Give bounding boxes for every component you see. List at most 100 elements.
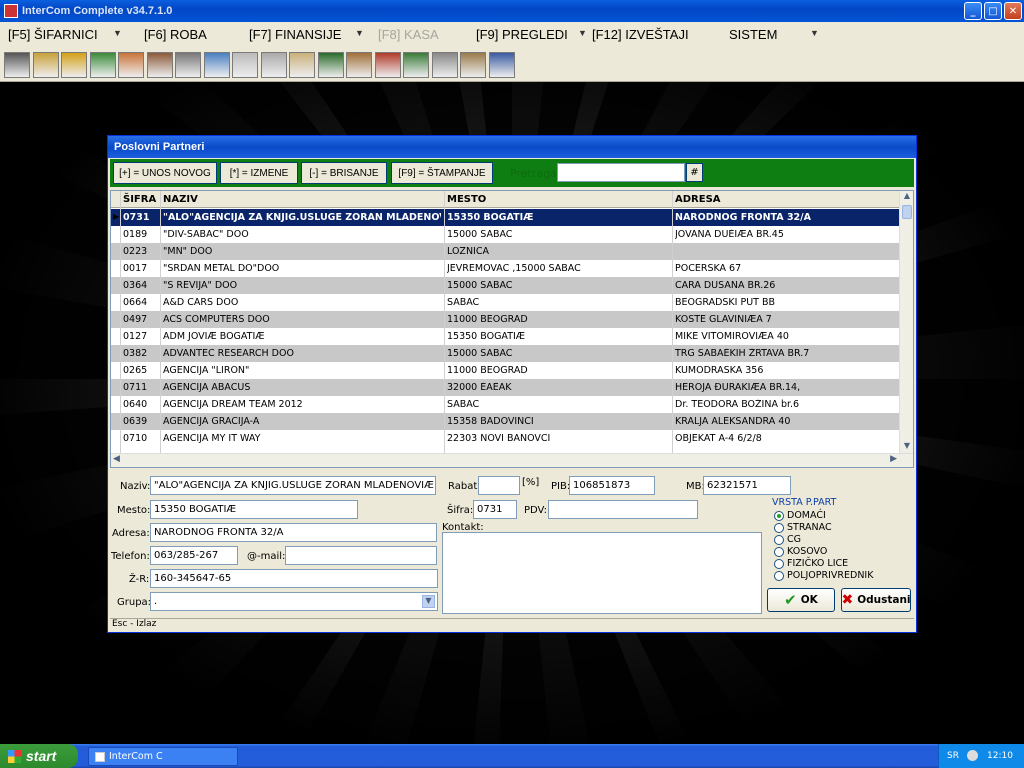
box-icon[interactable]	[460, 52, 486, 78]
bricks-icon[interactable]	[374, 52, 401, 78]
maximize-button[interactable]: □	[984, 2, 1002, 20]
radio-icon[interactable]	[774, 558, 784, 569]
vrsta-option[interactable]: FIZIČKO LICE	[774, 558, 848, 569]
radio-icon[interactable]	[774, 510, 784, 521]
email-field[interactable]	[285, 546, 437, 565]
kontakt-field[interactable]	[442, 532, 762, 614]
radio-icon[interactable]	[774, 546, 784, 557]
table-row[interactable]: 0189 "DIV-ŠABAC" DOO 15000 ŠABAC JOVANA DUÈ…	[111, 226, 901, 243]
close-button[interactable]: ✕	[1004, 2, 1022, 20]
table-row[interactable]: ▶ 0731 "ALO"AGENCIJA ZA KNJIG.USLUGE ZORAN…	[111, 209, 901, 226]
print-button[interactable]: [F9] = ŠTAMPANJE	[391, 162, 493, 184]
table-row[interactable]: 0265 AGENCIJA "LIRON" 11000 BEOGRAD KUMODRA…	[111, 362, 901, 379]
books-icon[interactable]	[146, 52, 173, 78]
scroll-down-icon[interactable]: ▼	[901, 441, 913, 453]
ok-button[interactable]: ✔ OK	[767, 588, 835, 612]
mb-field[interactable]: 62321571	[703, 476, 791, 495]
menu-sistem[interactable]: SISTEM	[729, 27, 777, 42]
scroll-left-icon[interactable]: ◀	[113, 454, 120, 464]
user-walk-icon[interactable]	[175, 52, 201, 78]
ship-icon[interactable]	[203, 52, 230, 78]
scroll-thumb[interactable]	[902, 205, 912, 219]
language-indicator[interactable]: SR	[947, 751, 959, 761]
door-icon[interactable]	[403, 52, 429, 78]
menu-finansije[interactable]: [F7] FINANSIJE	[249, 27, 341, 42]
minimize-button[interactable]: _	[964, 2, 982, 20]
mesto-field[interactable]: 15350 BOGATIÆ	[150, 500, 358, 519]
cancel-button[interactable]: ✖ Odustani	[841, 588, 911, 612]
table-row[interactable]: 0497 ACS COMPUTERS DOO 11000 BEOGRAD KOSTE …	[111, 311, 901, 328]
naziv-label: Naziv:	[120, 481, 151, 492]
pdv-field[interactable]	[548, 500, 698, 519]
vrsta-option[interactable]: CG	[774, 534, 801, 545]
table-row[interactable]: 0664 A&D CARS DOO ŠABAC BEOGRADSKI PUT BB	[111, 294, 901, 311]
tray-icon[interactable]	[967, 750, 978, 761]
pib-field[interactable]: 106851873	[569, 476, 655, 495]
cell-mesto: 32000 ÈAÈAK	[447, 382, 512, 393]
money-icon[interactable]	[32, 52, 59, 78]
menu-sifarnici[interactable]: [F5] ŠIFARNICI	[8, 27, 98, 42]
vertical-scrollbar[interactable]: ▲ ▼	[899, 191, 913, 453]
column-header-mesto[interactable]: MESTO	[447, 194, 486, 205]
add-new-button[interactable]: [+] = UNOS NOVOG	[113, 162, 217, 184]
tray-icon[interactable]	[118, 52, 144, 78]
radio-icon[interactable]	[774, 534, 784, 545]
edit-button[interactable]: [*] = IZMENE	[220, 162, 298, 184]
taskbar-item-intercom[interactable]: InterCom C	[88, 747, 238, 766]
column-header-naziv[interactable]: NAZIV	[163, 194, 198, 205]
menu-roba[interactable]: [F6] ROBA	[144, 27, 207, 42]
radio-icon[interactable]	[774, 570, 784, 581]
table-row[interactable]: 0382 ADVANTEC RESEARCH DOO 15000 ŠABAC TRG …	[111, 345, 901, 362]
vrsta-option[interactable]: STRANAC	[774, 522, 832, 533]
horizontal-scrollbar[interactable]: ◀ ▶	[111, 453, 913, 467]
zr-field[interactable]: 160-345647-65	[150, 569, 438, 588]
sifra-field[interactable]: 0731	[473, 500, 517, 519]
clock-icon[interactable]	[260, 52, 287, 78]
menu-pregledi[interactable]: [F9] PREGLEDI	[476, 27, 568, 42]
table-row[interactable]: 0711 AGENCIJA ABACUS 32000 ÈAÈAK HEROJA ÐUR…	[111, 379, 901, 396]
column-header-sifra[interactable]: ŠIFRA	[123, 194, 156, 205]
scroll-right-icon[interactable]: ▶	[890, 454, 897, 464]
calculator-icon[interactable]	[89, 52, 116, 78]
vrsta-option-label: POLJOPRIVREDNIK	[787, 570, 874, 581]
cell-mesto: 11000 BEOGRAD	[447, 314, 528, 325]
table-row[interactable]: 0127 ADM JOVIÆ BOGATIÆ 15350 BOGATIÆ MIKE V…	[111, 328, 901, 345]
telefon-field[interactable]: 063/285-267	[150, 546, 238, 565]
start-button[interactable]: start	[0, 744, 78, 768]
tree-icon[interactable]	[317, 52, 344, 78]
vrsta-option[interactable]: POLJOPRIVREDNIK	[774, 570, 873, 581]
search-input[interactable]	[557, 163, 685, 182]
vrsta-option[interactable]: DOMAĆI	[774, 510, 826, 521]
cell-sifra: 0711	[123, 382, 148, 393]
vrsta-option[interactable]: KOSOVO	[774, 546, 827, 557]
table-row[interactable]: 0223 "MN" DOO LOZNICA	[111, 243, 901, 260]
partners-grid[interactable]: ŠIFRA NAZIV MESTO ADRESA ▶ 0731 "ALO"AGENC…	[110, 190, 914, 468]
shelf-icon[interactable]	[346, 52, 372, 78]
receipt-icon[interactable]	[232, 52, 258, 78]
scroll-up-icon[interactable]: ▲	[901, 191, 913, 203]
naziv-field[interactable]: "ALO"AGENCIJA ZA KNJIG.USLUGE ZORAN MLAD…	[150, 476, 436, 495]
column-header-adresa[interactable]: ADRESA	[675, 194, 721, 205]
search-button[interactable]: #	[686, 163, 703, 182]
menu-izvestaji[interactable]: [F12] IZVEŠTAJI	[592, 27, 689, 42]
table-row[interactable]: 0364 "Š REVIJA" DOO 15000 ŠABAC CARA DUŠANA…	[111, 277, 901, 294]
table-row[interactable]: 0710 AGENCIJA MY IT WAY 22303 NOVI BANOVCI…	[111, 430, 901, 447]
vrsta-label: VRSTA P.PART	[772, 497, 837, 508]
ledger-icon[interactable]	[431, 52, 458, 78]
tools-icon[interactable]	[4, 52, 30, 78]
cell-naziv: "ALO"AGENCIJA ZA KNJIG.USLUGE ZORAN MLAD…	[163, 212, 441, 223]
export-icon[interactable]	[488, 52, 515, 78]
cell-sifra: 0731	[123, 212, 150, 223]
table-row[interactable]: 0017 "SRDAN METAL DO"DOO JEVREMOVAC ,15000…	[111, 260, 901, 277]
adresa-field[interactable]: NARODNOG FRONTA 32/A	[150, 523, 437, 542]
rabat-field[interactable]	[478, 476, 520, 495]
document-icon[interactable]	[289, 52, 315, 78]
grupa-select[interactable]: . ▼	[150, 592, 438, 611]
chart-icon[interactable]	[61, 52, 87, 78]
delete-button[interactable]: [-] = BRISANJE	[301, 162, 387, 184]
radio-icon[interactable]	[774, 522, 784, 533]
table-row[interactable]: 0639 AGENCIJA GRACIJA-A 15358 BADOVINCI KRA…	[111, 413, 901, 430]
table-row[interactable]: 0640 AGENCIJA DREAM TEAM 2012 ŠABAC Dr. TEO…	[111, 396, 901, 413]
chevron-down-icon[interactable]: ▼	[422, 595, 435, 608]
cell-mesto: JEVREMOVAC ,15000 ŠABAC	[447, 263, 581, 274]
